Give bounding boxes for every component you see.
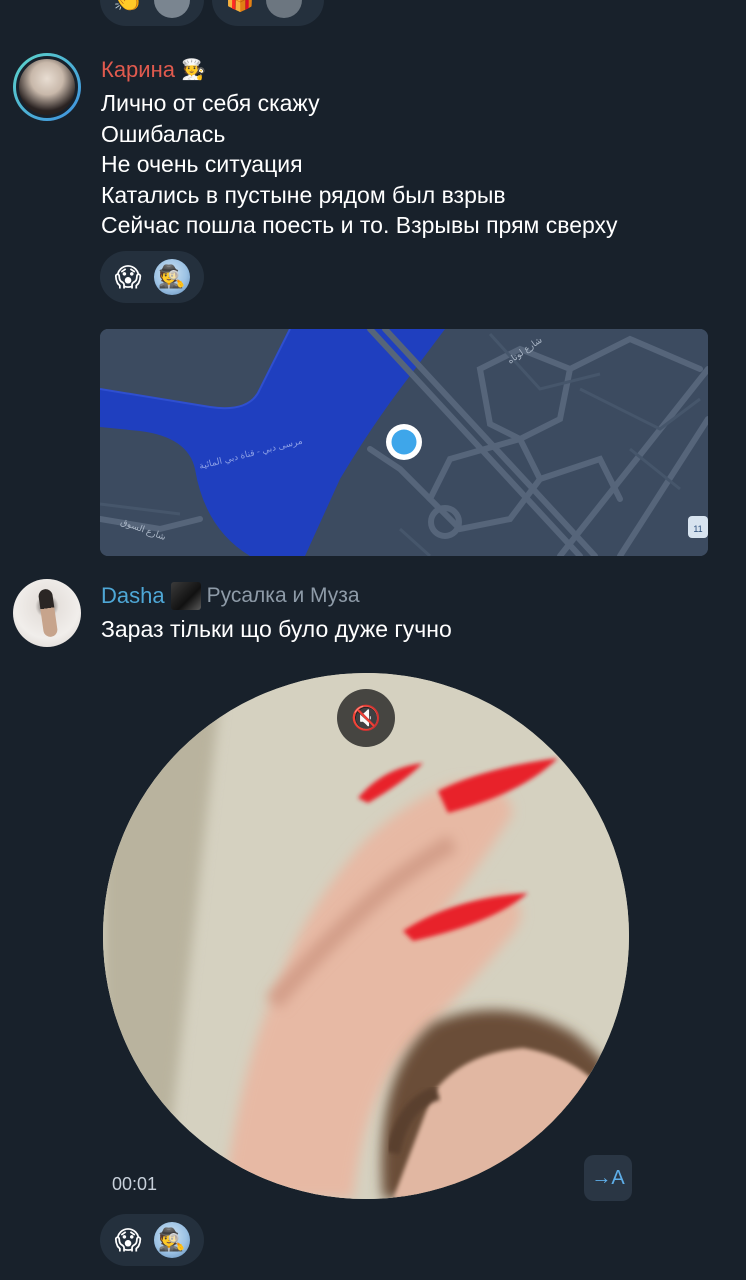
message-line: Зараз тільки що було дуже гучно bbox=[101, 616, 452, 642]
message-line: Сейчас пошла поесть и то. Взрывы прям св… bbox=[101, 212, 618, 239]
message-text-karina: Лично от себя скажу Ошибалась Не очень с… bbox=[101, 88, 618, 241]
message-text-dasha: Зараз тільки що було дуже гучно bbox=[101, 614, 452, 645]
sender-name-dasha[interactable]: Dasha Русалка и Муза bbox=[101, 582, 360, 610]
scream-emoji-icon: 😱 bbox=[114, 262, 142, 292]
location-map[interactable]: شارع لوتاه مرسى دبي - قناة دبي المائية ش… bbox=[100, 329, 708, 556]
scream-emoji-icon: 😱 bbox=[114, 1225, 142, 1255]
clapping-icon: 👏 bbox=[110, 0, 146, 18]
round-video-message[interactable] bbox=[103, 673, 629, 1199]
reaction-pill-top-2[interactable]: 🎁 bbox=[212, 0, 324, 26]
translate-icon: →A bbox=[591, 1166, 625, 1189]
video-duration: 00:01 bbox=[112, 1174, 158, 1194]
sender-name-karina[interactable]: Карина 🧑‍🍳 bbox=[101, 56, 206, 84]
custom-emoji-icon bbox=[154, 0, 190, 18]
custom-avatar-emoji-icon: 🕵️ bbox=[154, 1222, 190, 1258]
map-badge-label: 11 bbox=[693, 524, 702, 534]
sender-title-emoji-icon bbox=[170, 582, 201, 610]
sender-status-emoji-icon: 🧑‍🍳 bbox=[180, 59, 206, 81]
message-line: Лично от себя скажу bbox=[101, 90, 320, 116]
mute-button[interactable]: 🔇 bbox=[337, 689, 395, 747]
gift-icon: 🎁 bbox=[222, 0, 258, 18]
translate-button[interactable]: →A bbox=[584, 1155, 632, 1201]
message-line: Не очень ситуация bbox=[101, 151, 303, 178]
reaction-pill-dasha[interactable]: 😱 🕵️ bbox=[100, 1214, 204, 1266]
sender-title: Русалка и Муза bbox=[206, 584, 360, 607]
custom-avatar-emoji-icon: 🕵️ bbox=[154, 259, 190, 295]
sender-name: Dasha bbox=[101, 583, 165, 608]
custom-emoji-icon bbox=[266, 0, 302, 18]
sender-name: Карина bbox=[101, 57, 175, 82]
avatar-dasha[interactable] bbox=[13, 579, 81, 647]
message-line: Катались в пустыне рядом был взрыв bbox=[101, 181, 506, 208]
message-line: Ошибалась bbox=[101, 120, 226, 147]
reaction-pill-top-1[interactable]: 👏 bbox=[100, 0, 204, 26]
reaction-pill-karina[interactable]: 😱 🕵️ bbox=[100, 251, 204, 303]
speaker-muted-icon: 🔇 bbox=[351, 704, 381, 732]
avatar-karina[interactable] bbox=[13, 53, 81, 121]
